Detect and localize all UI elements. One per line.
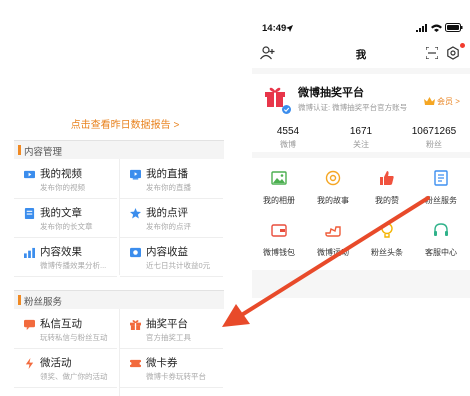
arrow-head [222,304,250,327]
annotation-arrow [222,196,430,327]
arrow-shaft [238,196,430,318]
